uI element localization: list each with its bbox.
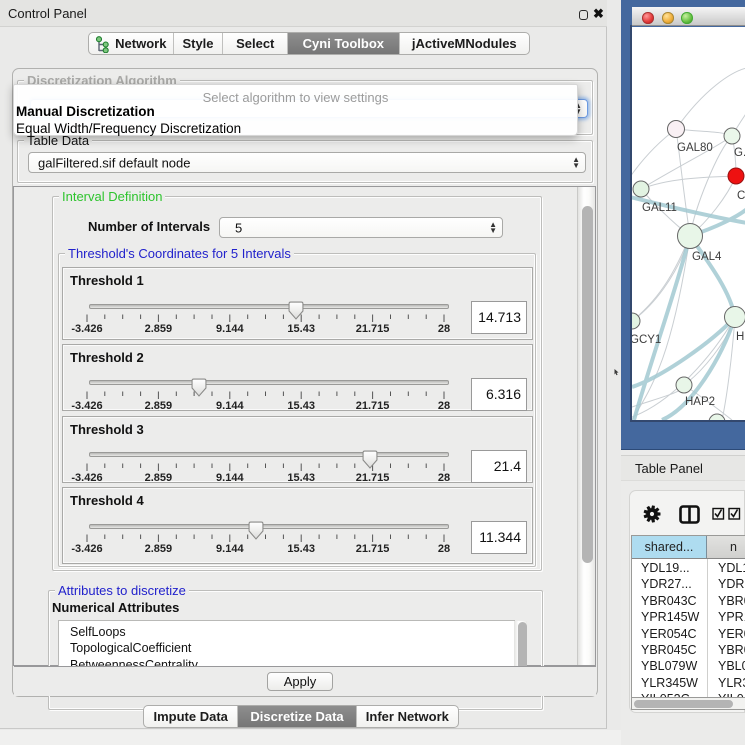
svg-text:GAL11: GAL11	[642, 202, 677, 214]
svg-text:GAL4: GAL4	[692, 251, 722, 263]
svg-text:H: H	[736, 331, 744, 343]
svg-text:G.: G.	[734, 147, 745, 159]
svg-text:GAL80: GAL80	[677, 142, 713, 154]
svg-text:GCY1: GCY1	[632, 334, 661, 346]
svg-text:HAP2: HAP2	[685, 396, 715, 408]
svg-text:C: C	[737, 190, 745, 202]
